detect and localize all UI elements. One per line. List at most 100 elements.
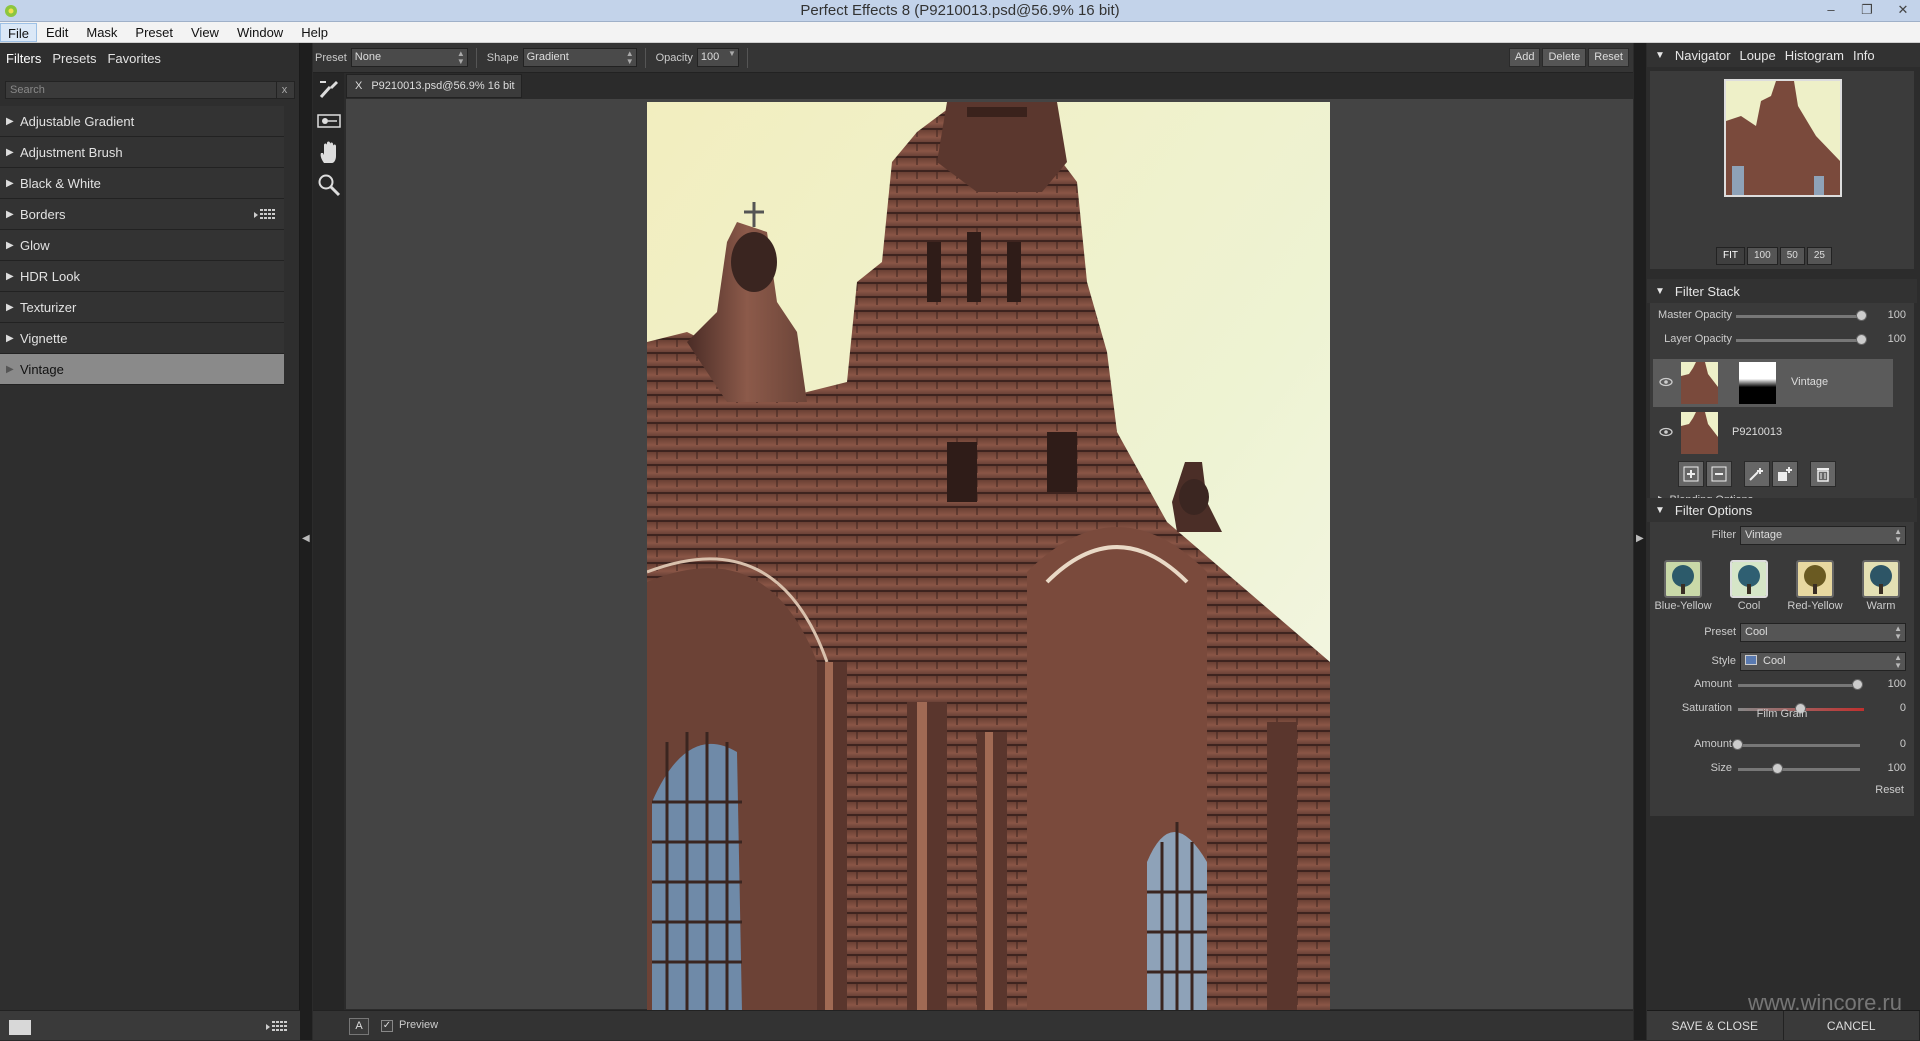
opacity-select-value: 100: [701, 51, 719, 63]
collapse-triangle-icon[interactable]: ▼: [1655, 50, 1665, 61]
delete-layer-button[interactable]: [1810, 461, 1836, 487]
menu-help[interactable]: Help: [292, 23, 337, 42]
eye-icon[interactable]: [1659, 427, 1673, 437]
collapse-triangle-icon[interactable]: ▼: [1655, 286, 1665, 297]
right-panel-collapse[interactable]: ▶: [1634, 43, 1646, 1040]
collapse-triangle-icon[interactable]: ▼: [1655, 505, 1665, 516]
left-bottom-bar: [0, 1010, 300, 1040]
preset-cool[interactable]: Cool: [1716, 560, 1782, 618]
brush-tool[interactable]: [313, 73, 344, 105]
tab-histogram[interactable]: Histogram: [1785, 48, 1844, 63]
menu-preset[interactable]: Preset: [126, 23, 182, 42]
tab-presets[interactable]: Presets: [52, 51, 96, 66]
filter-item-vignette[interactable]: ▶Vignette: [0, 323, 284, 354]
filter-item-hdr-look[interactable]: ▶HDR Look: [0, 261, 284, 292]
add-mask-layer-button[interactable]: [1772, 461, 1798, 487]
style-swatch-icon: [1745, 655, 1757, 665]
gradient-tool[interactable]: [313, 105, 344, 137]
filter-item-borders[interactable]: ▶Borders: [0, 199, 284, 230]
amount-slider[interactable]: Amount 100: [1650, 676, 1914, 694]
master-opacity-slider[interactable]: Master Opacity 100: [1650, 307, 1914, 325]
filter-item-adjustment-brush[interactable]: ▶Adjustment Brush: [0, 137, 284, 168]
search-input[interactable]: Search x: [5, 81, 295, 99]
mode-toggle[interactable]: A: [349, 1018, 369, 1035]
expand-triangle-icon: ▶: [6, 302, 20, 313]
preset-red-yellow[interactable]: Red-Yellow: [1782, 560, 1848, 618]
right-panel: ▼ Navigator Loupe Histogram Info FIT 100…: [1647, 43, 1920, 1040]
add-layer-button[interactable]: [1678, 461, 1704, 487]
slider-knob[interactable]: [1856, 310, 1867, 321]
preview-checkbox[interactable]: ✓: [381, 1020, 393, 1032]
filter-options-reset-button[interactable]: Reset: [1875, 784, 1904, 796]
preset-select[interactable]: Cool▲▼: [1740, 623, 1906, 642]
slider-knob[interactable]: [1852, 679, 1863, 690]
restore-icon[interactable]: ❐: [1856, 0, 1878, 22]
tab-navigator[interactable]: Navigator: [1675, 48, 1731, 63]
layer-mask-thumbnail[interactable]: [1739, 362, 1776, 404]
single-view-icon[interactable]: [9, 1020, 31, 1035]
grid-view-icon[interactable]: [254, 209, 278, 221]
search-clear-icon[interactable]: x: [276, 82, 292, 98]
zoom-100-button[interactable]: 100: [1747, 247, 1778, 265]
add-brush-layer-button[interactable]: [1744, 461, 1770, 487]
navigator-thumbnail[interactable]: [1724, 79, 1842, 197]
filter-item-glow[interactable]: ▶Glow: [0, 230, 284, 261]
collapse-right-icon: ▶: [1636, 533, 1644, 544]
remove-layer-button[interactable]: [1706, 461, 1732, 487]
tab-favorites[interactable]: Favorites: [107, 51, 160, 66]
preset-warm[interactable]: Warm: [1848, 560, 1914, 618]
zoom-25-button[interactable]: 25: [1807, 247, 1832, 265]
top-toolbar: Preset None▲▼ Shape Gradient▲▼ Opacity 1…: [313, 43, 1633, 73]
filter-select[interactable]: Vintage▲▼: [1740, 526, 1906, 545]
reset-button[interactable]: Reset: [1588, 48, 1629, 67]
grain-size-slider[interactable]: Size 100: [1650, 760, 1914, 778]
layer-thumbnail: [1681, 362, 1718, 404]
left-panel-collapse[interactable]: ◀: [300, 43, 312, 1040]
navigator-header: ▼ Navigator Loupe Histogram Info: [1647, 43, 1920, 67]
eye-icon[interactable]: [1659, 377, 1673, 387]
style-select[interactable]: Cool▲▼: [1740, 652, 1906, 671]
brush-plus-icon: [1748, 466, 1766, 482]
layer-opacity-slider[interactable]: Layer Opacity 100: [1650, 331, 1914, 349]
bottom-bar: A ✓ Preview: [313, 1010, 1633, 1040]
photo-canvas[interactable]: [647, 102, 1330, 1012]
shape-select[interactable]: Gradient▲▼: [523, 48, 637, 67]
grain-amount-slider[interactable]: Amount 0: [1650, 736, 1914, 754]
style-select-value: Cool: [1763, 655, 1786, 667]
filter-item-texturizer[interactable]: ▶Texturizer: [0, 292, 284, 323]
close-icon[interactable]: ✕: [1892, 0, 1914, 22]
close-tab-icon[interactable]: X: [355, 80, 362, 92]
filter-item-label: Adjustable Gradient: [20, 114, 134, 129]
minimize-icon[interactable]: –: [1820, 0, 1842, 22]
slider-knob[interactable]: [1772, 763, 1783, 774]
hand-tool[interactable]: [313, 137, 344, 169]
zoom-50-button[interactable]: 50: [1780, 247, 1805, 265]
expand-triangle-icon: ▶: [6, 209, 20, 220]
layer-row-vintage[interactable]: Vintage: [1653, 359, 1893, 407]
menu-edit[interactable]: Edit: [37, 23, 77, 42]
menu-file[interactable]: File: [0, 23, 37, 42]
filter-item-vintage[interactable]: ▶Vintage: [0, 354, 284, 385]
slider-knob[interactable]: [1856, 334, 1867, 345]
zoom-fit-button[interactable]: FIT: [1716, 247, 1745, 265]
grid-view-icon[interactable]: [266, 1020, 290, 1034]
preset-blue-yellow[interactable]: Blue-Yellow: [1650, 560, 1716, 618]
filter-item-adjustable-gradient[interactable]: ▶Adjustable Gradient: [0, 106, 284, 137]
menu-mask[interactable]: Mask: [77, 23, 126, 42]
menu-view[interactable]: View: [182, 23, 228, 42]
add-button[interactable]: Add: [1509, 48, 1541, 67]
tab-info[interactable]: Info: [1853, 48, 1875, 63]
slider-knob[interactable]: [1732, 739, 1743, 750]
minus-icon: [1711, 466, 1727, 482]
tab-loupe[interactable]: Loupe: [1740, 48, 1776, 63]
menu-window[interactable]: Window: [228, 23, 292, 42]
master-opacity-label: Master Opacity: [1658, 309, 1732, 321]
zoom-tool[interactable]: [313, 169, 344, 201]
delete-button[interactable]: Delete: [1542, 48, 1586, 67]
opacity-select[interactable]: 100▼: [697, 48, 739, 67]
preset-select[interactable]: None▲▼: [351, 48, 468, 67]
layer-row-base[interactable]: P9210013: [1653, 409, 1893, 457]
tab-filters[interactable]: Filters: [6, 51, 41, 66]
filter-item-black-white[interactable]: ▶Black & White: [0, 168, 284, 199]
document-tab[interactable]: XP9210013.psd@56.9% 16 bit: [346, 74, 522, 98]
